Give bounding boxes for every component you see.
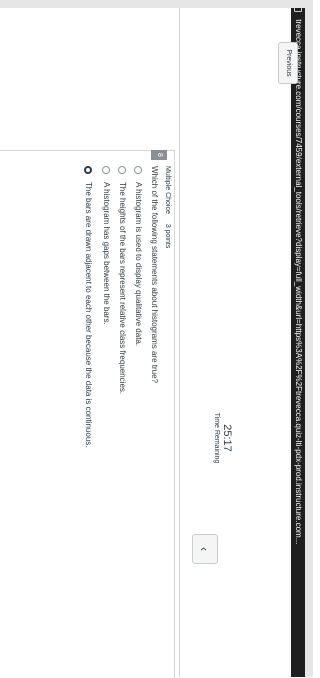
browser-edge [305, 0, 313, 677]
collapse-timer-button[interactable]: ‹ [192, 534, 218, 564]
rotated-screen: trevecca.instructure.com/courses/7459/ex… [0, 0, 313, 678]
answer-option-text: A histogram has gaps between the bars. [102, 182, 111, 325]
chevron-left-icon: ‹ [197, 546, 213, 552]
radio-button[interactable] [118, 166, 126, 174]
timer: 25:17 Time Remaining [213, 378, 233, 498]
answer-option-text: The heights of the bars represent relati… [118, 182, 127, 395]
question-number: 8 [151, 150, 167, 160]
question-points: 3 points [164, 223, 171, 249]
question-prompt: Which of the following statements about … [150, 166, 159, 383]
radio-button[interactable] [102, 166, 110, 174]
timer-label: Time Remaining [213, 412, 220, 464]
question-meta: Multiple Choice 3 points [164, 166, 171, 248]
answer-option-text: A histogram is used to display qualitati… [134, 182, 143, 347]
previous-button[interactable]: Previous [278, 42, 298, 84]
url-text: trevecca.instructure.com/courses/7459/ex… [294, 19, 303, 545]
answer-option[interactable]: A histogram has gaps between the bars. [99, 166, 111, 666]
radio-button[interactable] [134, 166, 142, 174]
timer-value: 25:17 [221, 424, 233, 452]
radio-button[interactable] [84, 166, 92, 174]
address-bar[interactable]: trevecca.instructure.com/courses/7459/ex… [291, 0, 305, 677]
header-divider [179, 0, 180, 677]
answer-option-text: The bars are drawn adjacent to each othe… [84, 182, 93, 448]
question-type: Multiple Choice [164, 166, 171, 214]
answer-option[interactable]: The heights of the bars represent relati… [115, 166, 127, 666]
left-edge [0, 0, 313, 8]
answer-option[interactable]: The bars are drawn adjacent to each othe… [81, 166, 93, 666]
answer-option[interactable]: A histogram is used to display qualitati… [131, 166, 143, 666]
